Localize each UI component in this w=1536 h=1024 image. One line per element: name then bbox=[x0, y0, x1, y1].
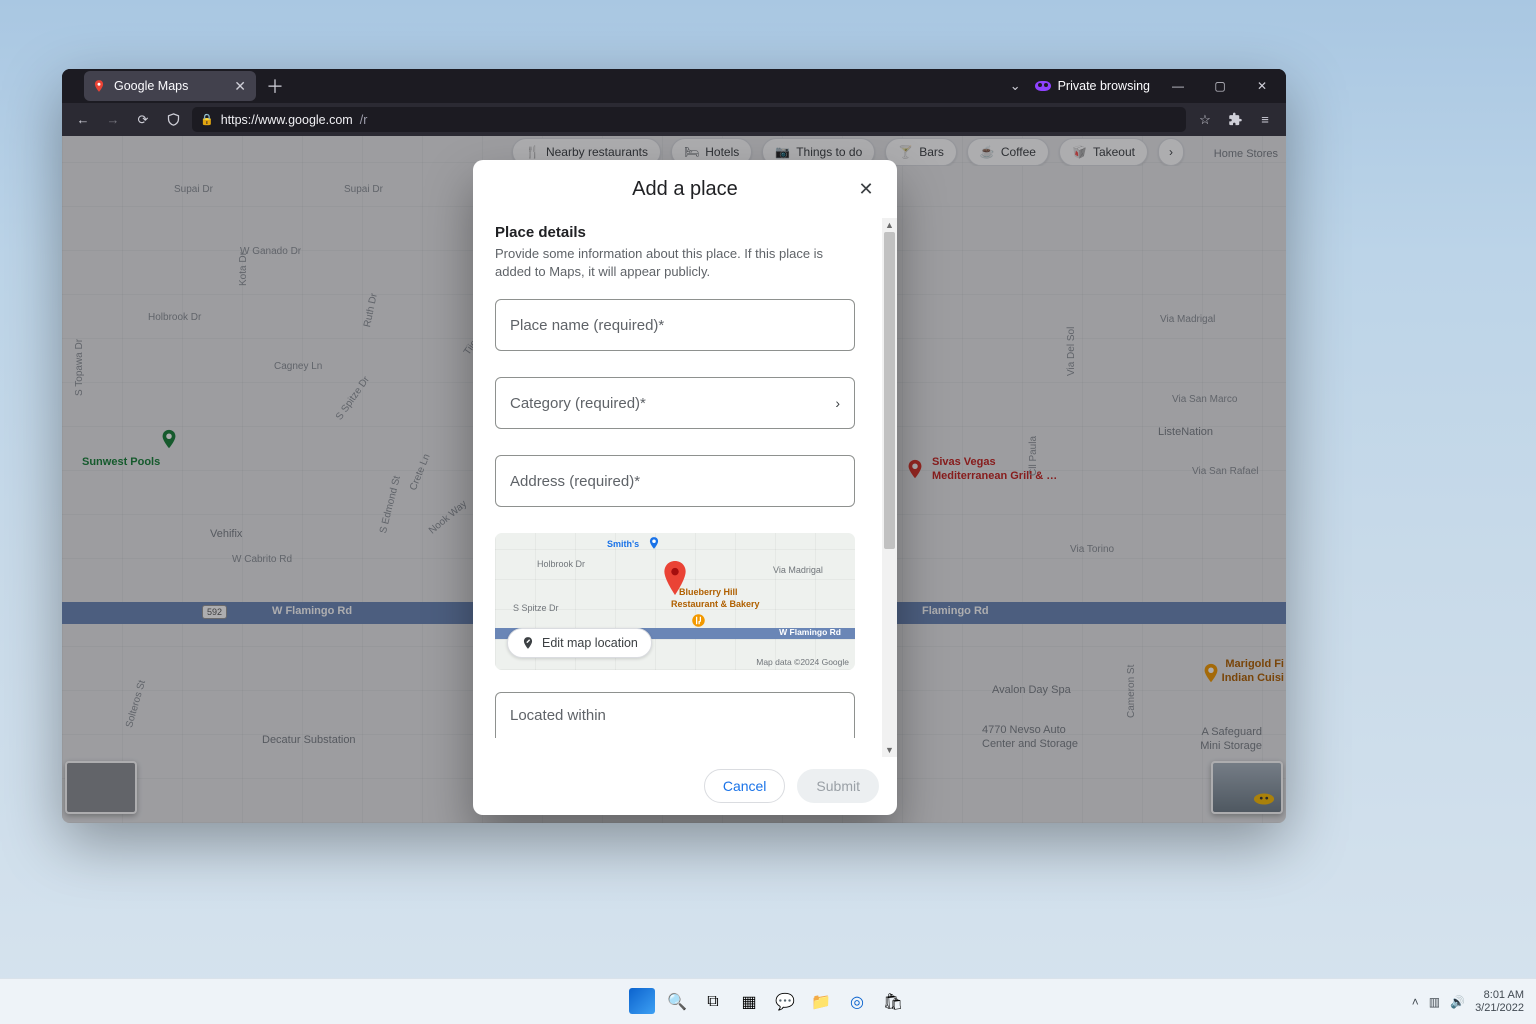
address-bar[interactable]: 🔒 https://www.google.com/r bbox=[192, 107, 1186, 132]
lock-icon: 🔒 bbox=[200, 113, 214, 126]
search-button[interactable]: 🔍 bbox=[663, 988, 691, 1016]
tab-google-maps[interactable]: Google Maps ✕ bbox=[84, 71, 256, 101]
widgets-button[interactable]: ▦ bbox=[735, 988, 763, 1016]
modal-footer: Cancel Submit bbox=[473, 757, 897, 815]
tabs-overflow-icon[interactable]: ⌄ bbox=[1010, 78, 1021, 94]
windows-taskbar: 🔍 ⧉ ▦ 💬 📁 ◎ 🛍 ˄ ▥ 🔊 8:01 AM 3/21/2022 bbox=[0, 978, 1536, 1024]
shield-icon[interactable] bbox=[162, 109, 184, 131]
clock-date: 3/21/2022 bbox=[1475, 1002, 1524, 1015]
reload-button[interactable]: ⟳ bbox=[132, 109, 154, 131]
maps-favicon bbox=[92, 79, 106, 93]
place-details-description: Provide some information about this plac… bbox=[495, 245, 845, 281]
private-mask-icon bbox=[1035, 81, 1051, 91]
edit-map-location-label: Edit map location bbox=[542, 636, 638, 650]
browser-toolbar: ← → ⟳ 🔒 https://www.google.com/r ☆ ≡ bbox=[62, 103, 1286, 136]
clock-time: 8:01 AM bbox=[1484, 989, 1524, 1002]
modal-scrollbar[interactable]: ▲ ▼ bbox=[882, 218, 897, 757]
located-within-input[interactable]: Located within bbox=[495, 692, 855, 738]
category-placeholder: Category (required)* bbox=[510, 395, 646, 412]
add-place-modal: Add a place ✕ ▲ ▼ Place details Provide … bbox=[473, 160, 897, 815]
mm-smiths: Smith's bbox=[607, 539, 639, 549]
mm-holbrook: Holbrook Dr bbox=[537, 559, 585, 569]
url-path: /r bbox=[360, 113, 368, 127]
taskbar-center: 🔍 ⧉ ▦ 💬 📁 ◎ 🛍 bbox=[629, 988, 907, 1016]
location-preview-map[interactable]: Smith's Holbrook Dr S Spitze Dr Via Madr… bbox=[495, 533, 855, 670]
url-host: https://www.google.com bbox=[221, 113, 353, 127]
chevron-right-icon: › bbox=[835, 395, 840, 411]
category-select[interactable]: Category (required)* › bbox=[495, 377, 855, 429]
scroll-thumb[interactable] bbox=[884, 232, 895, 549]
task-view-button[interactable]: ⧉ bbox=[699, 988, 727, 1016]
address-input[interactable]: Address (required)* bbox=[495, 455, 855, 507]
scroll-down-icon[interactable]: ▼ bbox=[882, 743, 897, 757]
app-menu-button[interactable]: ≡ bbox=[1254, 109, 1276, 131]
mm-blueberry-2: Restaurant & Bakery bbox=[671, 599, 760, 609]
battery-icon[interactable]: ▥ bbox=[1429, 995, 1440, 1009]
place-name-input[interactable]: Place name (required)* bbox=[495, 299, 855, 351]
window-maximize-button[interactable]: ▢ bbox=[1206, 79, 1234, 93]
chat-button[interactable]: 💬 bbox=[771, 988, 799, 1016]
located-within-placeholder: Located within bbox=[510, 707, 606, 724]
place-name-placeholder: Place name (required)* bbox=[510, 317, 664, 334]
modal-title: Add a place bbox=[632, 178, 738, 201]
private-browsing-indicator: Private browsing bbox=[1035, 79, 1150, 93]
window-minimize-button[interactable]: ― bbox=[1164, 79, 1192, 93]
start-button[interactable] bbox=[629, 988, 655, 1014]
clock[interactable]: 8:01 AM 3/21/2022 bbox=[1475, 989, 1524, 1014]
private-browsing-label: Private browsing bbox=[1058, 79, 1150, 93]
new-tab-button[interactable]: ＋ bbox=[262, 73, 288, 99]
modal-body: ▲ ▼ Place details Provide some informati… bbox=[473, 218, 897, 757]
page-content: 🍴Nearby restaurants 🛏Hotels 📷Things to d… bbox=[62, 136, 1286, 823]
volume-icon[interactable]: 🔊 bbox=[1450, 995, 1465, 1009]
modal-close-button[interactable]: ✕ bbox=[853, 176, 879, 202]
mm-spitze: S Spitze Dr bbox=[513, 603, 559, 613]
mm-center-pin bbox=[662, 561, 688, 600]
tray-overflow-icon[interactable]: ˄ bbox=[1412, 995, 1419, 1009]
store-button[interactable]: 🛍 bbox=[879, 988, 907, 1016]
cancel-button[interactable]: Cancel bbox=[704, 769, 786, 803]
modal-header: Add a place ✕ bbox=[473, 160, 897, 218]
edit-map-location-button[interactable]: Edit map location bbox=[507, 628, 652, 658]
tab-close-icon[interactable]: ✕ bbox=[234, 78, 246, 95]
file-explorer-button[interactable]: 📁 bbox=[807, 988, 835, 1016]
address-placeholder: Address (required)* bbox=[510, 473, 640, 490]
nav-forward-button[interactable]: → bbox=[102, 109, 124, 131]
map-attribution: Map data ©2024 Google bbox=[756, 657, 849, 667]
mm-via-madrigal: Via Madrigal bbox=[773, 565, 823, 575]
edit-location-icon bbox=[521, 636, 535, 650]
scroll-up-icon[interactable]: ▲ bbox=[882, 218, 897, 232]
submit-button[interactable]: Submit bbox=[797, 769, 879, 803]
taskbar-tray: ˄ ▥ 🔊 8:01 AM 3/21/2022 bbox=[1412, 989, 1536, 1014]
tab-title: Google Maps bbox=[114, 79, 226, 93]
bookmark-icon[interactable]: ☆ bbox=[1194, 109, 1216, 131]
tab-strip: Google Maps ✕ ＋ ⌄ Private browsing ― ▢ ✕ bbox=[62, 69, 1286, 103]
window-close-button[interactable]: ✕ bbox=[1248, 79, 1276, 93]
mm-smiths-pin bbox=[647, 536, 661, 555]
browser-window: Google Maps ✕ ＋ ⌄ Private browsing ― ▢ ✕… bbox=[62, 69, 1286, 823]
place-details-heading: Place details bbox=[495, 224, 887, 241]
edge-button[interactable]: ◎ bbox=[843, 988, 871, 1016]
extensions-icon[interactable] bbox=[1224, 109, 1246, 131]
nav-back-button[interactable]: ← bbox=[72, 109, 94, 131]
